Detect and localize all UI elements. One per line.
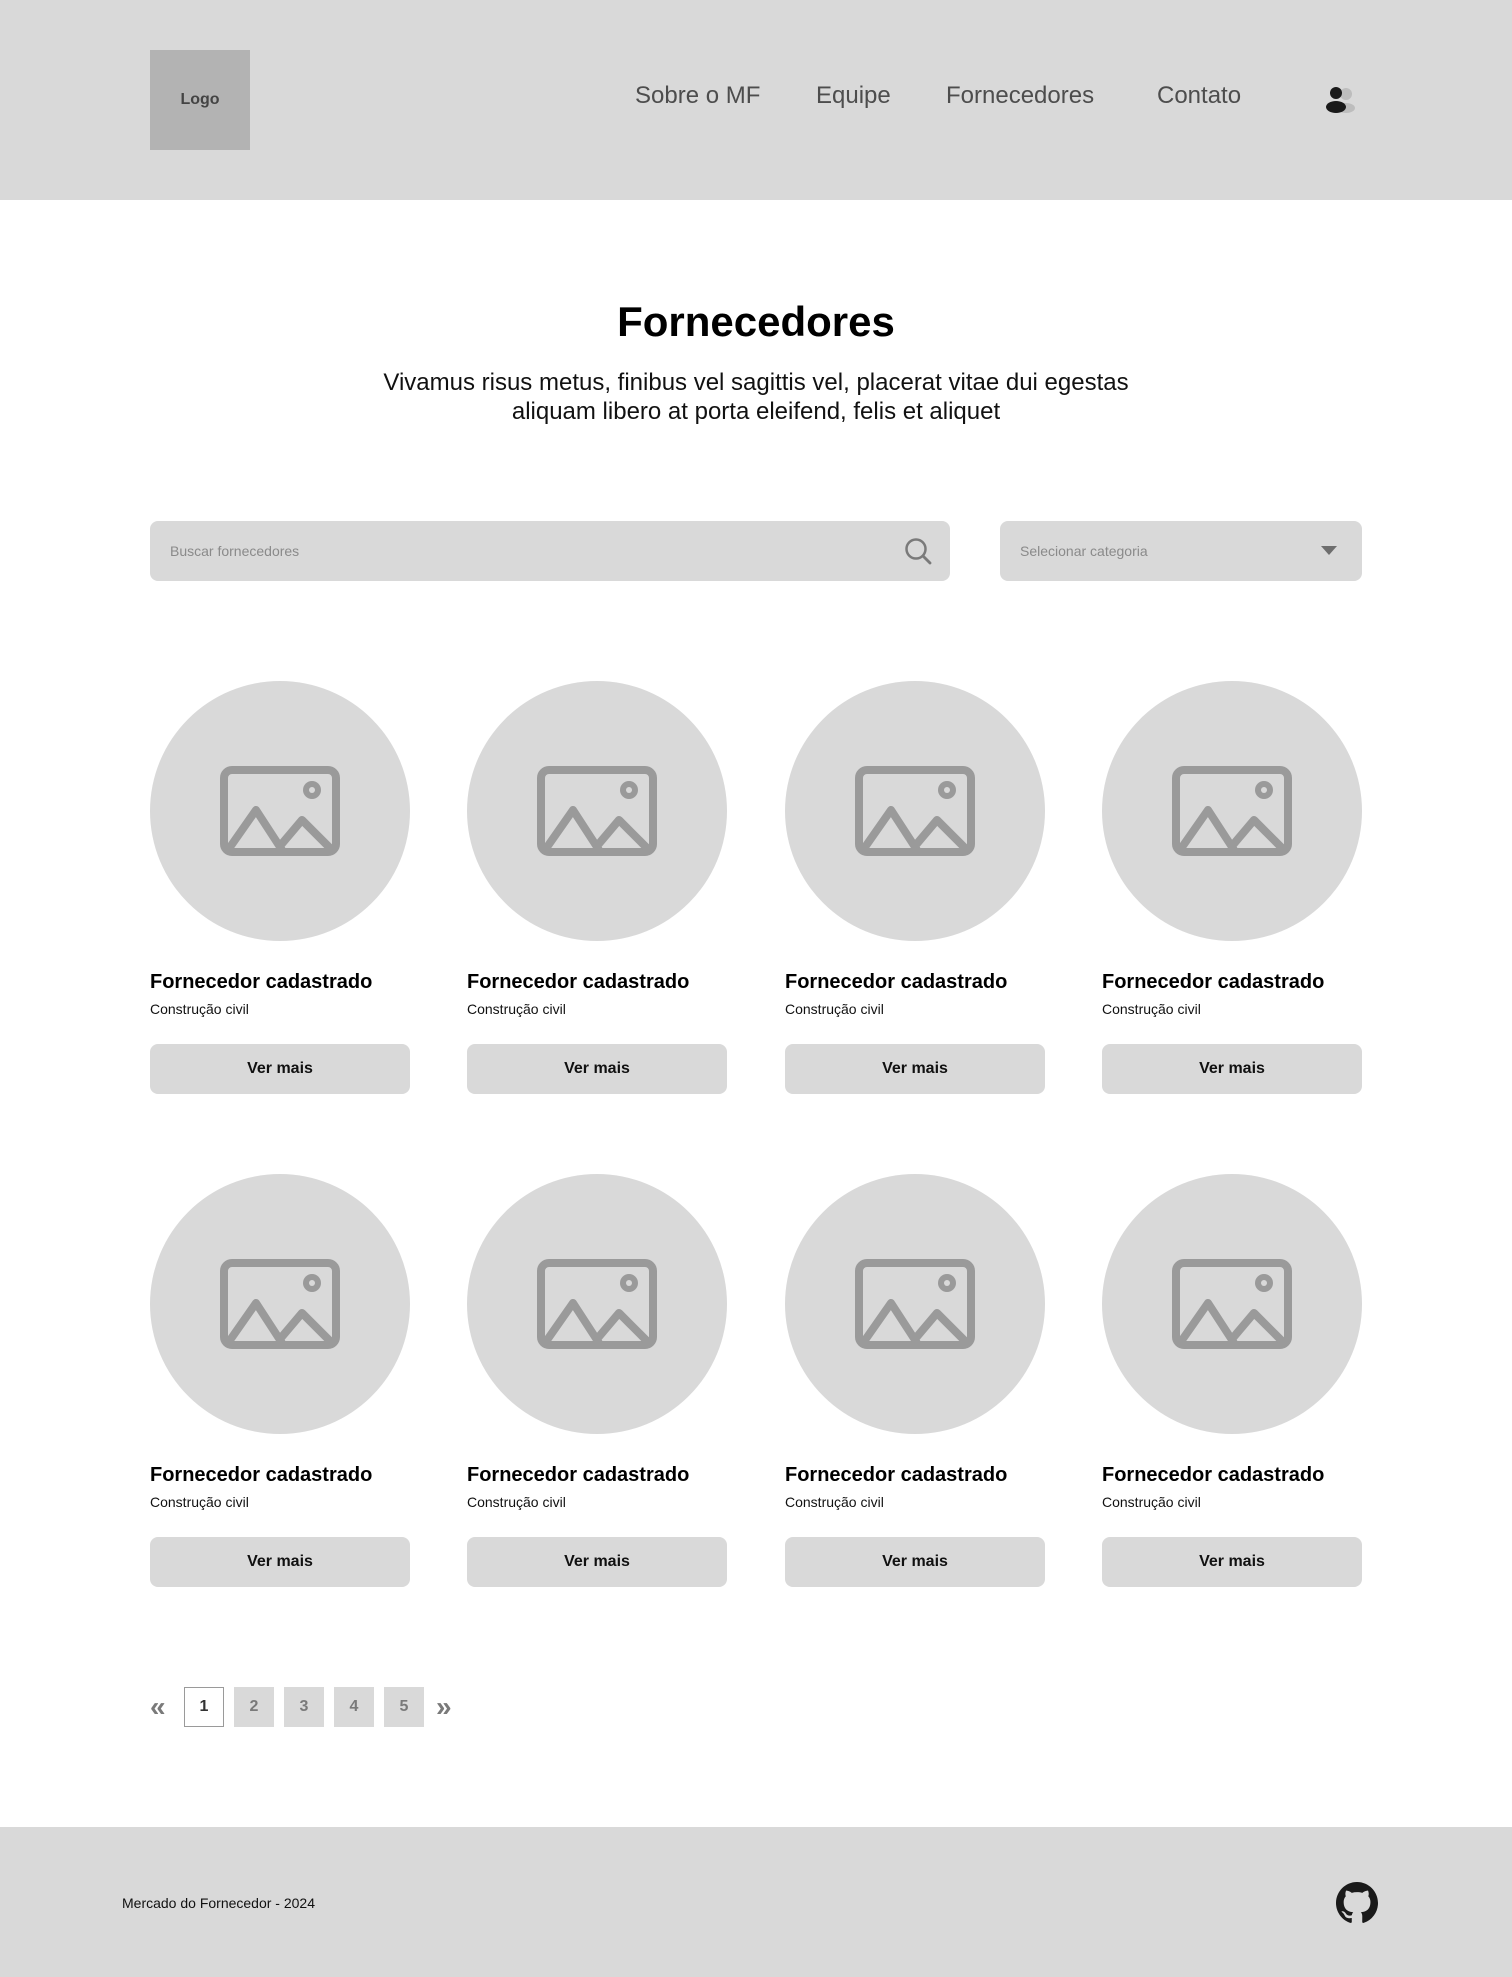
nav-sobre[interactable]: Sobre o MF [635,82,760,110]
user-group-icon[interactable] [1324,85,1356,115]
nav-fornecedores[interactable]: Fornecedores [946,82,1094,110]
ver-mais-button[interactable]: Ver mais [785,1537,1045,1587]
supplier-card: Fornecedor cadastrado Construção civil V… [150,1174,410,1594]
nav-equipe[interactable]: Equipe [816,82,891,110]
supplier-name: Fornecedor cadastrado [785,971,1008,993]
ver-mais-button[interactable]: Ver mais [1102,1044,1362,1094]
github-icon[interactable] [1336,1882,1378,1924]
supplier-card: Fornecedor cadastrado Construção civil V… [467,1174,727,1594]
ver-mais-button[interactable]: Ver mais [467,1537,727,1587]
supplier-category: Construção civil [150,1494,249,1510]
caret-down-icon[interactable] [1321,546,1337,555]
page-button-5[interactable]: 5 [384,1687,424,1727]
page-button-1[interactable]: 1 [184,1687,224,1727]
supplier-category: Construção civil [467,1001,566,1017]
supplier-name: Fornecedor cadastrado [150,971,373,993]
image-placeholder-icon [855,766,975,856]
supplier-name: Fornecedor cadastrado [1102,971,1325,993]
ver-mais-button[interactable]: Ver mais [150,1537,410,1587]
supplier-category: Construção civil [785,1001,884,1017]
page-button-4[interactable]: 4 [334,1687,374,1727]
footer-copyright: Mercado do Fornecedor - 2024 [122,1895,315,1911]
search-icon[interactable] [903,536,933,566]
supplier-name: Fornecedor cadastrado [785,1464,1008,1486]
image-placeholder-icon [1172,766,1292,856]
supplier-card: Fornecedor cadastrado Construção civil V… [785,681,1045,1101]
supplier-category: Construção civil [467,1494,566,1510]
supplier-card: Fornecedor cadastrado Construção civil V… [150,681,410,1101]
page-button-3[interactable]: 3 [284,1687,324,1727]
supplier-card: Fornecedor cadastrado Construção civil V… [467,681,727,1101]
image-placeholder-icon [220,766,340,856]
supplier-name: Fornecedor cadastrado [467,971,690,993]
ver-mais-button[interactable]: Ver mais [150,1044,410,1094]
image-placeholder-icon [537,766,657,856]
next-page-icon[interactable]: » [436,1692,452,1722]
category-select-label: Selecionar categoria [1020,543,1148,559]
supplier-card: Fornecedor cadastrado Construção civil V… [1102,681,1362,1101]
supplier-category: Construção civil [1102,1001,1201,1017]
supplier-category: Construção civil [150,1001,249,1017]
page-subtitle: Vivamus risus metus, finibus vel sagitti… [383,369,1129,425]
search-input[interactable] [150,521,890,581]
category-select[interactable]: Selecionar categoria [1000,521,1362,581]
ver-mais-button[interactable]: Ver mais [467,1044,727,1094]
ver-mais-button[interactable]: Ver mais [785,1044,1045,1094]
nav-contato[interactable]: Contato [1157,82,1241,110]
search-box [150,521,950,581]
page-button-2[interactable]: 2 [234,1687,274,1727]
supplier-category: Construção civil [785,1494,884,1510]
supplier-name: Fornecedor cadastrado [1102,1464,1325,1486]
image-placeholder-icon [220,1259,340,1349]
ver-mais-button[interactable]: Ver mais [1102,1537,1362,1587]
image-placeholder-icon [855,1259,975,1349]
image-placeholder-icon [1172,1259,1292,1349]
image-placeholder-icon [537,1259,657,1349]
supplier-name: Fornecedor cadastrado [467,1464,690,1486]
supplier-card: Fornecedor cadastrado Construção civil V… [785,1174,1045,1594]
page-title: Fornecedores [617,298,895,345]
prev-page-icon[interactable]: « [150,1692,166,1722]
supplier-category: Construção civil [1102,1494,1201,1510]
logo[interactable]: Logo [150,50,250,150]
supplier-name: Fornecedor cadastrado [150,1464,373,1486]
supplier-card: Fornecedor cadastrado Construção civil V… [1102,1174,1362,1594]
